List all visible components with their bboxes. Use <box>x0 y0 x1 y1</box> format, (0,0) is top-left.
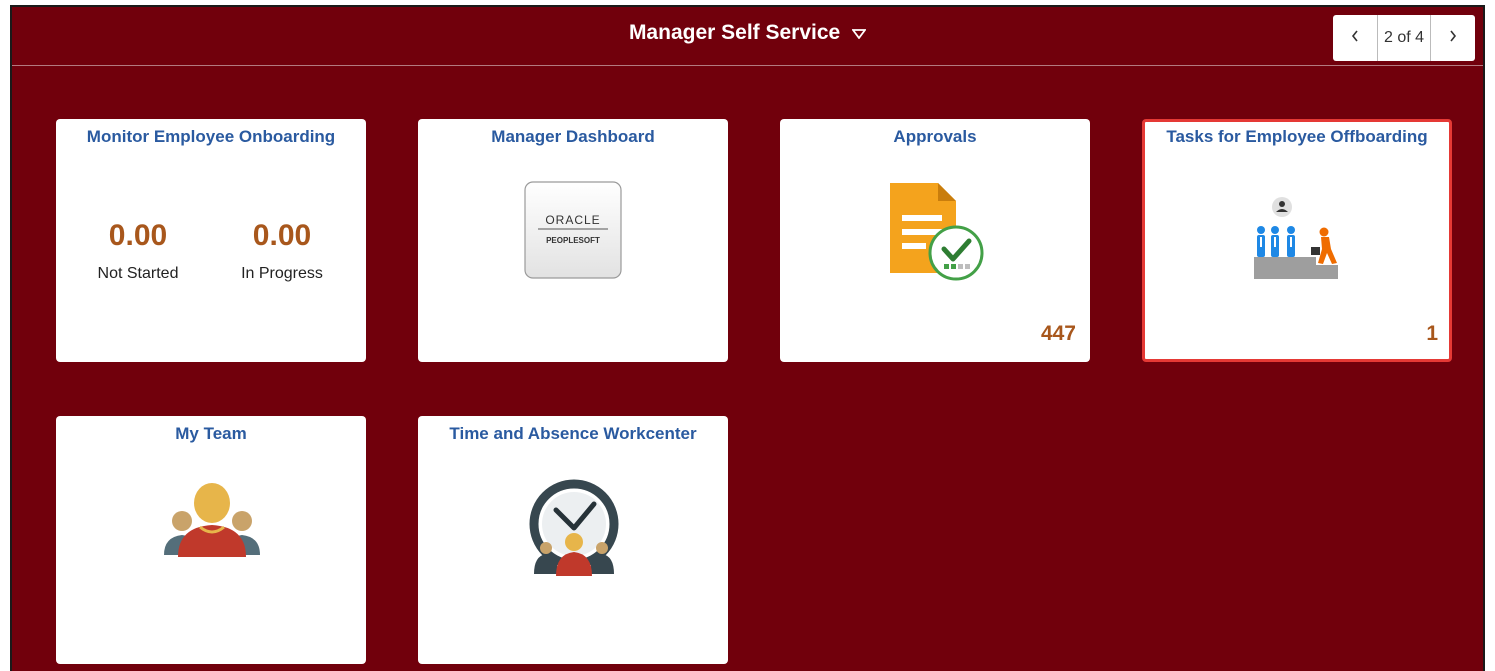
kpi-in-progress: 0.00 In Progress <box>212 219 352 283</box>
tile-title: My Team <box>175 424 247 443</box>
kpi-value: 0.00 <box>252 219 312 252</box>
homepage-header: Manager Self Service 2 of 4 <box>12 7 1483 66</box>
homepage-title: Manager Self Service <box>628 21 841 44</box>
caret-down-icon <box>851 21 867 45</box>
tile-time-absence-workcenter[interactable]: Time and Absence Workcenter <box>418 416 728 664</box>
kpi-not-started: 0.00 Not Started <box>68 219 208 283</box>
approval-document-icon <box>888 181 984 288</box>
tile-title: Approvals <box>893 127 977 146</box>
homepage-selector[interactable]: Manager Self Service <box>12 21 1483 45</box>
previous-page-button[interactable] <box>1333 15 1377 61</box>
homepage-container: Manager Self Service 2 of 4 Monitor Empl… <box>10 5 1485 671</box>
tile-approvals[interactable]: Approvals 447 <box>780 119 1090 362</box>
kpi-value: 0.00 <box>108 219 168 252</box>
tile-title: Monitor Employee Onboarding <box>86 127 336 146</box>
chevron-right-icon <box>1448 29 1458 48</box>
logo-brand-text: ORACLE <box>545 213 600 227</box>
page-indicator: 2 of 4 <box>1377 15 1431 61</box>
kpi-label: In Progress <box>241 265 323 282</box>
homepage-pager: 2 of 4 <box>1333 15 1475 61</box>
tile-monitor-employee-onboarding[interactable]: Monitor Employee Onboarding 0.00 Not Sta… <box>56 119 366 362</box>
approvals-count: 447 <box>1040 322 1076 345</box>
tile-manager-dashboard[interactable]: Manager Dashboard ORACLE PEOPLESOFT <box>418 119 728 362</box>
kpi-label: Not Started <box>97 265 179 282</box>
chevron-left-icon <box>1350 29 1360 48</box>
team-people-icon <box>160 481 264 564</box>
next-page-button[interactable] <box>1431 15 1475 61</box>
tile-title: Tasks for Employee Offboarding <box>1166 127 1428 146</box>
tile-my-team[interactable]: My Team <box>56 416 366 664</box>
offboarding-count: 1 <box>1426 322 1438 345</box>
tile-tasks-employee-offboarding[interactable]: Tasks for Employee Offboarding 1 <box>1142 119 1452 362</box>
employee-offboarding-icon <box>1251 197 1341 287</box>
tile-title: Time and Absence Workcenter <box>449 424 697 443</box>
tile-title: Manager Dashboard <box>491 127 655 146</box>
oracle-peoplesoft-logo: ORACLE PEOPLESOFT <box>524 181 622 286</box>
clock-team-icon <box>526 476 622 583</box>
logo-product-text: PEOPLESOFT <box>546 236 600 245</box>
